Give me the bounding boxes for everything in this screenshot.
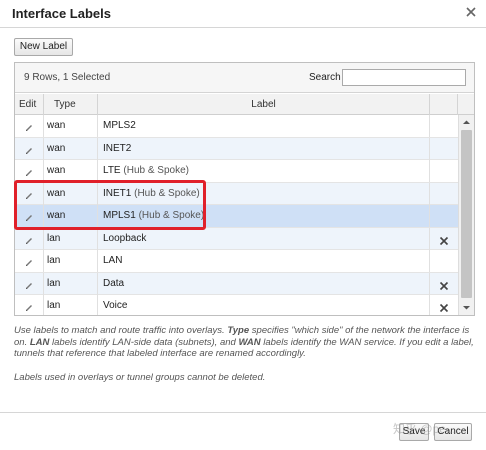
pencil-icon[interactable] [24, 188, 34, 199]
search-input[interactable] [342, 69, 466, 86]
row-label-text: MPLS2 [103, 120, 136, 131]
table-row[interactable]: lan Voice [15, 295, 458, 315]
close-icon[interactable] [464, 5, 478, 19]
labels-grid: 9 Rows, 1 Selected Search Edit Type Labe… [14, 62, 475, 316]
row-label: Voice [98, 295, 430, 315]
row-label: LAN [98, 250, 430, 272]
table-row[interactable]: wan INET1 (Hub & Spoke) [15, 182, 458, 205]
row-type: lan [44, 250, 98, 272]
row-type: lan [44, 227, 98, 250]
row-label: LTE (Hub & Spoke) [98, 160, 430, 182]
search-label: Search [309, 72, 341, 83]
column-header-type[interactable]: Type [44, 94, 98, 115]
row-label-text: Loopback [103, 232, 147, 244]
table-row[interactable]: lan Loopback [15, 227, 458, 250]
scroll-up-icon[interactable] [461, 117, 472, 128]
row-type: wan [44, 182, 98, 205]
row-type: lan [44, 272, 98, 295]
pencil-icon[interactable] [24, 233, 34, 244]
row-label: INET1 (Hub & Spoke) [98, 182, 430, 205]
table-row[interactable]: wan MPLS1 (Hub & Spoke) [15, 205, 458, 228]
delete-icon[interactable] [439, 278, 449, 290]
row-type: lan [44, 295, 98, 315]
pencil-icon[interactable] [24, 255, 34, 267]
grid-scrollbar[interactable] [458, 115, 474, 315]
pencil-icon[interactable] [24, 300, 34, 312]
table-row[interactable]: lan Data [15, 272, 458, 295]
scroll-thumb[interactable] [461, 130, 472, 298]
row-label: Data [98, 272, 430, 295]
dialog-title-bar: Interface Labels [0, 0, 486, 28]
row-label: INET2 [98, 137, 430, 160]
delete-icon[interactable] [439, 233, 449, 245]
row-label: MPLS2 [98, 115, 430, 137]
new-label-button[interactable]: New Label [14, 38, 73, 56]
grid-body: wan MPLS2 wan INET2 wan LTE (Hub & Spoke) wan I… [15, 115, 458, 315]
scroll-down-icon[interactable] [461, 302, 472, 313]
help-paragraph-2: Labels used in overlays or tunnel groups… [14, 371, 266, 383]
table-row[interactable]: wan MPLS2 [15, 115, 458, 138]
column-header-actions [430, 94, 458, 115]
row-label-suffix: (Hub & Spoke) [135, 210, 205, 221]
table-row[interactable]: wan LTE (Hub & Spoke) [15, 160, 458, 183]
help-paragraph-1: Use labels to match and route traffic in… [14, 325, 474, 359]
row-label-text: Data [103, 277, 125, 289]
watermark: 知乎 @pe... [393, 422, 456, 436]
help-text: Use labels to match and route traffic in… [14, 325, 476, 395]
grid-header: Edit Type Label [15, 94, 474, 115]
row-type: wan [44, 137, 98, 160]
dialog-title: Interface Labels [12, 6, 111, 21]
column-header-label[interactable]: Label [98, 94, 430, 115]
row-label-text: INET1 [103, 187, 132, 199]
row-label-text: MPLS1 [103, 210, 136, 221]
row-label-suffix: (Hub & Spoke) [120, 165, 189, 176]
rows-info: 9 Rows, 1 Selected [24, 72, 111, 83]
delete-icon[interactable] [439, 300, 449, 313]
row-label: Loopback [98, 227, 430, 250]
grid-toolbar: 9 Rows, 1 Selected Search [15, 63, 474, 93]
row-type: wan [44, 160, 98, 182]
table-row[interactable]: wan INET2 [15, 137, 458, 160]
pencil-icon[interactable] [24, 120, 34, 132]
pencil-icon[interactable] [24, 143, 34, 154]
row-label: MPLS1 (Hub & Spoke) [98, 205, 430, 227]
pencil-icon[interactable] [24, 165, 34, 177]
row-type: wan [44, 115, 98, 137]
row-label-text: Voice [103, 300, 128, 311]
row-type: wan [44, 205, 98, 227]
row-label-suffix: (Hub & Spoke) [131, 187, 200, 199]
column-header-edit[interactable]: Edit [15, 94, 44, 115]
table-row[interactable]: lan LAN [15, 250, 458, 273]
row-label-text: LAN [103, 255, 123, 266]
row-label-text: LTE [103, 165, 121, 176]
pencil-icon[interactable] [24, 210, 34, 222]
pencil-icon[interactable] [24, 278, 34, 289]
row-label-text: INET2 [103, 142, 132, 154]
interface-labels-dialog: Interface Labels New Label 9 Rows, 1 Sel… [0, 0, 486, 450]
